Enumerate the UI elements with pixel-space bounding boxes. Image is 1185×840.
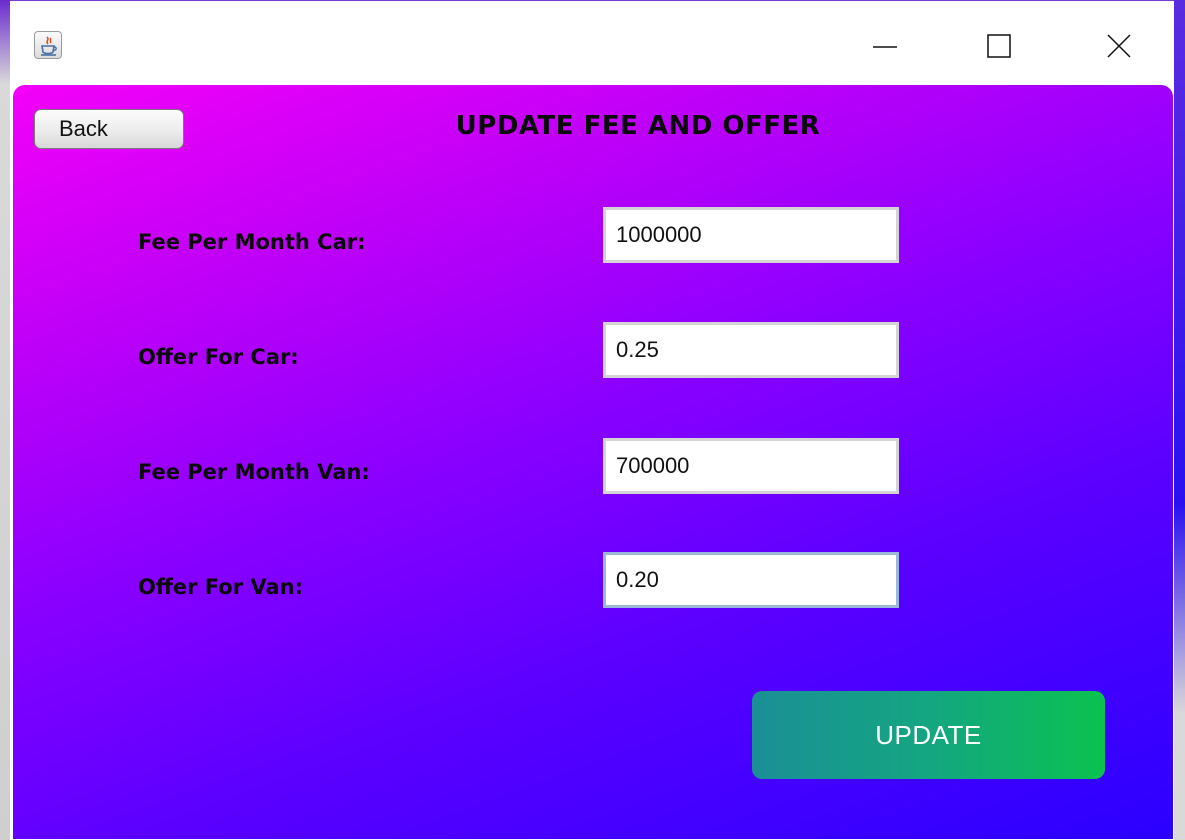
- app-window: Back UPDATE FEE AND OFFER Fee Per Month …: [10, 0, 1174, 840]
- java-cup-icon[interactable]: [34, 31, 62, 59]
- offer-for-van-label: Offer For Van:: [138, 575, 303, 599]
- offer-for-van-input[interactable]: [603, 552, 899, 608]
- desktop-edge-left: [0, 0, 10, 840]
- offer-for-car-label: Offer For Car:: [138, 345, 299, 369]
- page-title: UPDATE FEE AND OFFER: [455, 111, 821, 141]
- close-icon: [1107, 34, 1131, 58]
- maximize-icon: [987, 34, 1011, 58]
- fee-per-month-car-label: Fee Per Month Car:: [138, 230, 366, 254]
- fee-per-month-car-input[interactable]: [603, 207, 899, 263]
- title-bar[interactable]: [10, 1, 1174, 85]
- close-button[interactable]: [1096, 23, 1142, 69]
- minimize-icon: [873, 46, 897, 48]
- offer-for-car-input[interactable]: [603, 322, 899, 378]
- form-panel: Back UPDATE FEE AND OFFER Fee Per Month …: [13, 85, 1173, 839]
- update-button[interactable]: UPDATE: [752, 691, 1105, 779]
- desktop-edge-right: [1173, 0, 1185, 840]
- fee-per-month-van-input[interactable]: [603, 438, 899, 494]
- minimize-button[interactable]: [862, 23, 908, 69]
- maximize-button[interactable]: [976, 23, 1022, 69]
- back-button[interactable]: Back: [34, 109, 184, 149]
- fee-per-month-van-label: Fee Per Month Van:: [138, 460, 370, 484]
